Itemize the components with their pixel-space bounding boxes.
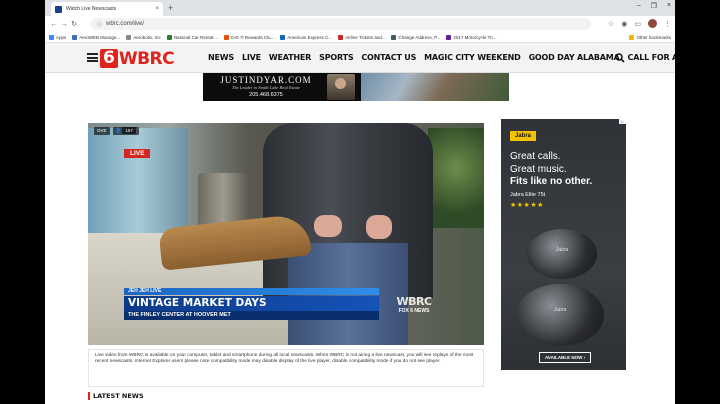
banner-ad-site: JUSTINDYAR.COM [220, 75, 312, 85]
bookmark-item[interactable]: Airline Tickets and... [338, 34, 385, 40]
bookmark-item[interactable]: American Express C... [280, 34, 332, 40]
bookmark-favicon-icon [72, 34, 78, 40]
banner-ad-phone: 205.468.6375 [249, 92, 283, 98]
profile-avatar[interactable] [648, 19, 657, 28]
search-icon[interactable] [615, 53, 625, 63]
nav-good-day-alabama[interactable]: GOOD DAY ALABAMA [529, 53, 620, 62]
bookmark-favicon-icon [126, 34, 132, 40]
ad-headline: Great calls. Great music. [510, 151, 567, 175]
viewer-count: OVE 👤 157 [94, 127, 139, 135]
jabra-logo: Jabra [510, 131, 537, 141]
maximize-button[interactable]: ❐ [651, 2, 657, 10]
lower-third-headline: VINTAGE MARKET DAYS [124, 296, 379, 311]
bookmark-item[interactable]: Apps [49, 34, 66, 40]
live-video-player[interactable]: OVE 👤 157 LIVE JEH JEH LIVE VINTAGE MARK… [88, 123, 484, 345]
bookmark-item[interactable]: AeroWEB Manage... [72, 34, 120, 40]
nav-news[interactable]: NEWS [208, 53, 234, 62]
live-badge: LIVE [124, 149, 151, 158]
available-now-button[interactable]: AVAILABLE NOW › [539, 352, 592, 363]
jabra-side-ad[interactable]: ▷ Jabra Great calls. Great music. Fits l… [501, 119, 626, 370]
agent-photo [327, 74, 355, 100]
nav-live[interactable]: LIVE [242, 53, 261, 62]
reload-icon[interactable]: ↻ [69, 20, 79, 28]
close-window-button[interactable]: × [667, 2, 671, 10]
banner-ad-tagline: The Leader in Smith Lake Real Estate [231, 85, 301, 90]
main-menu: NEWS LIVE WEATHER SPORTS CONTACT US MAGI… [208, 53, 675, 62]
bookmark-favicon-icon [280, 34, 286, 40]
other-bookmarks[interactable]: Other bookmarks [629, 34, 671, 40]
rating-stars-icon: ★★★★★ [510, 202, 544, 209]
video-hand [366, 215, 392, 239]
bookmark-item[interactable]: National Car Rental:... [166, 34, 218, 40]
bookmark-item[interactable]: Change Address, P... [391, 34, 440, 40]
browser-toolbar: ← → ↻ ⓘ wbrc.com/live/ ☆ ◉ ▭ ⋮ [45, 16, 675, 32]
back-arrow-icon[interactable]: ← [49, 21, 59, 28]
site-header: 6 WBRC NEWS LIVE WEATHER SPORTS CONTACT … [45, 43, 675, 73]
bookmark-favicon-icon [224, 34, 230, 40]
browser-tab[interactable]: Watch Live Newscasts × [51, 2, 163, 16]
nav-magic-city-weekend[interactable]: MAGIC CITY WEEKEND [424, 53, 521, 62]
viewers-icon: 👤 157 [112, 127, 139, 135]
ad-model: Jabra Elite 75t [510, 192, 546, 198]
tab-close-icon[interactable]: × [155, 6, 159, 12]
url-text: wbrc.com/live/ [106, 21, 145, 27]
nav-contact-us[interactable]: CONTACT US [361, 53, 416, 62]
video-plant [428, 128, 484, 228]
video-hand [314, 215, 342, 237]
lower-third-subline: THE FINLEY CENTER AT HOOVER MET [124, 311, 379, 320]
browser-window: Watch Live Newscasts × + – ❐ × ← → ↻ ⓘ w… [45, 0, 675, 404]
new-tab-button[interactable]: + [168, 2, 173, 14]
extension-icon[interactable]: ◉ [621, 20, 627, 28]
tab-title: Watch Live Newscasts [66, 6, 117, 12]
folder-icon [629, 34, 635, 40]
address-bar[interactable]: ⓘ wbrc.com/live/ [91, 18, 591, 30]
adchoices-icon[interactable]: ▷ [618, 119, 626, 124]
lower-third: JEH JEH LIVE VINTAGE MARKET DAYS THE FIN… [124, 288, 384, 324]
menu-kebab-icon[interactable]: ⋮ [664, 20, 671, 28]
bookmark-favicon-icon [391, 34, 397, 40]
bookmark-favicon-icon [338, 34, 344, 40]
earbud-image: Jabra [527, 229, 597, 279]
bookmark-item[interactable]: 2017 Motorcycle Tri... [446, 34, 496, 40]
cast-icon[interactable]: ▭ [634, 20, 641, 28]
bookmark-item[interactable]: Aerobotix, Inc [126, 34, 161, 40]
station-bug: WBRC FOX 6 NEWS [396, 295, 432, 314]
nav-weather[interactable]: WEATHER [269, 53, 311, 62]
window-controls: – ❐ × [637, 2, 671, 10]
lower-third-ticker: JEH JEH LIVE [124, 288, 379, 295]
banner-ad[interactable]: JUSTINDYAR.COM The Leader in Smith Lake … [203, 73, 509, 101]
forward-arrow-icon[interactable]: → [59, 21, 69, 28]
nav-call-for-action[interactable]: CALL FOR ACTION [628, 53, 675, 62]
web-page: 6 WBRC NEWS LIVE WEATHER SPORTS CONTACT … [45, 43, 675, 404]
bookmark-item[interactable]: IHG ® Rewards Clu... [224, 34, 274, 40]
bookmarks-bar: Apps AeroWEB Manage... Aerobotix, Inc Na… [45, 32, 675, 43]
minimize-button[interactable]: – [637, 2, 641, 10]
info-icon[interactable]: ⓘ [97, 21, 102, 28]
video-bucket [88, 128, 188, 238]
live-description: Live video from WBRC is available on you… [88, 349, 484, 387]
lake-house-photo [361, 73, 509, 101]
bookmark-favicon-icon [446, 34, 452, 40]
bookmark-favicon-icon [166, 34, 172, 40]
bookmark-favicon-icon [49, 34, 54, 40]
tab-strip: Watch Live Newscasts × + – ❐ × [45, 0, 675, 16]
hamburger-menu-icon[interactable] [87, 53, 98, 62]
ad-tagline: Fits like no other. [510, 176, 593, 187]
toolbar-actions: ☆ ◉ ▭ ⋮ [608, 19, 671, 28]
bookmark-star-icon[interactable]: ☆ [608, 20, 614, 28]
earbud-image: Jabra [516, 284, 604, 346]
latest-news-heading: LATEST NEWS [88, 392, 144, 400]
wbrc-favicon-icon [55, 5, 62, 13]
wbrc-logo[interactable]: 6 WBRC [100, 49, 175, 69]
nav-sports[interactable]: SPORTS [319, 53, 353, 62]
